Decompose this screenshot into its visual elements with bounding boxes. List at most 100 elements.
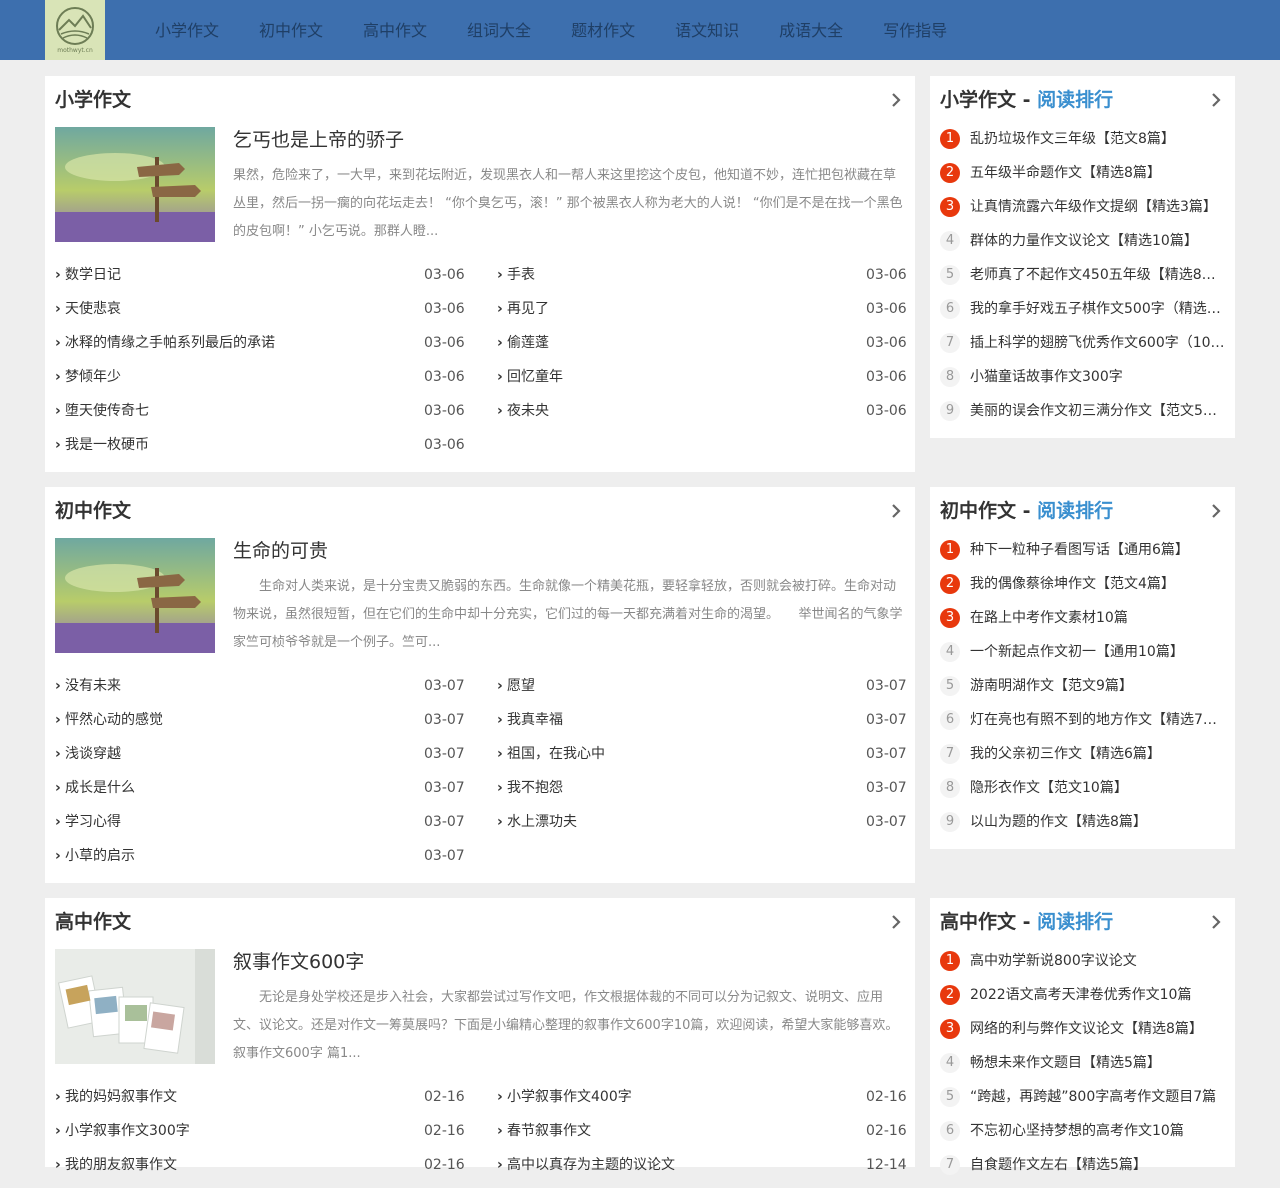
chevron-right-icon[interactable]: [1207, 91, 1225, 109]
nav-link-topic-essays[interactable]: 题材作文: [551, 0, 655, 60]
nav-link-junior-high[interactable]: 初中作文: [239, 0, 343, 60]
ranking-item[interactable]: 5 游南明湖作文【范文9篇】: [940, 675, 1225, 709]
item-title[interactable]: 回忆童年: [507, 369, 563, 385]
ranking-item[interactable]: 7 自食题作文左右【精选5篇】: [940, 1154, 1225, 1188]
item-title[interactable]: 怦然心动的感觉: [65, 712, 163, 728]
ranking-item[interactable]: 9 美丽的误会作文初三满分作文【范文5篇】: [940, 400, 1225, 434]
item-title[interactable]: 堕天使传奇七: [65, 403, 149, 419]
ranking-item[interactable]: 7 插上科学的翅膀飞优秀作文600字（10篇）: [940, 332, 1225, 366]
list-item[interactable]: › 冰释的情缘之手帕系列最后的承诺 03-06: [55, 332, 475, 366]
list-item[interactable]: › 祖国，在我心中 03-07: [497, 743, 917, 777]
item-title[interactable]: 梦倾年少: [65, 369, 121, 385]
item-title[interactable]: 再见了: [507, 301, 549, 317]
featured-thumbnail[interactable]: [55, 538, 215, 653]
nav-link-idioms[interactable]: 成语大全: [759, 0, 863, 60]
list-item[interactable]: › 成长是什么 03-07: [55, 777, 475, 811]
ranking-item[interactable]: 1 种下一粒种子看图写话【通用6篇】: [940, 539, 1225, 573]
list-item[interactable]: › 我的妈妈叙事作文 02-16: [55, 1086, 475, 1120]
item-title[interactable]: 愿望: [507, 678, 535, 694]
ranking-item[interactable]: 3 让真情流露六年级作文提纲【精选3篇】: [940, 196, 1225, 230]
item-title[interactable]: 小学叙事作文400字: [507, 1089, 632, 1105]
item-title[interactable]: 学习心得: [65, 814, 121, 830]
list-item[interactable]: › 浅谈穿越 03-07: [55, 743, 475, 777]
item-title[interactable]: 我的妈妈叙事作文: [65, 1089, 177, 1105]
list-item[interactable]: › 我不抱怨 03-07: [497, 777, 917, 811]
ranking-item[interactable]: 2 我的偶像蔡徐坤作文【范文4篇】: [940, 573, 1225, 607]
list-item[interactable]: › 小学叙事作文400字 02-16: [497, 1086, 917, 1120]
ranking-item[interactable]: 6 灯在亮也有照不到的地方作文【精选7篇】: [940, 709, 1225, 743]
item-title[interactable]: 春节叙事作文: [507, 1123, 591, 1139]
list-item[interactable]: › 水上漂功夫 03-07: [497, 811, 917, 845]
ranking-item[interactable]: 5 老师真了不起作文450五年级【精选8篇】: [940, 264, 1225, 298]
list-item[interactable]: › 我的朋友叙事作文 02-16: [55, 1154, 475, 1188]
nav-link-word-groups[interactable]: 组词大全: [447, 0, 551, 60]
list-item[interactable]: › 小学叙事作文300字 02-16: [55, 1120, 475, 1154]
list-item[interactable]: › 夜未央 03-06: [497, 400, 917, 434]
ranking-item[interactable]: 3 在路上中考作文素材10篇: [940, 607, 1225, 641]
item-title[interactable]: 高中以真存为主题的议论文: [507, 1157, 675, 1173]
chevron-right-icon[interactable]: [887, 913, 905, 931]
ranking-item[interactable]: 6 我的拿手好戏五子棋作文500字（精选3篇）: [940, 298, 1225, 332]
item-title[interactable]: 夜未央: [507, 403, 549, 419]
list-item[interactable]: › 春节叙事作文 02-16: [497, 1120, 917, 1154]
list-item[interactable]: › 高中以真存为主题的议论文 12-14: [497, 1154, 917, 1188]
ranking-item[interactable]: 6 不忘初心坚持梦想的高考作文10篇: [940, 1120, 1225, 1154]
list-item[interactable]: › 愿望 03-07: [497, 675, 917, 709]
featured-thumbnail[interactable]: [55, 949, 215, 1064]
item-title[interactable]: 小学叙事作文300字: [65, 1123, 190, 1139]
nav-link-senior-high[interactable]: 高中作文: [343, 0, 447, 60]
featured-title[interactable]: 叙事作文600字: [233, 950, 364, 974]
nav-link-primary-school[interactable]: 小学作文: [135, 0, 239, 60]
item-title[interactable]: 成长是什么: [65, 780, 135, 796]
ranking-item[interactable]: 3 网络的利与弊作文议论文【精选8篇】: [940, 1018, 1225, 1052]
item-title[interactable]: 祖国，在我心中: [507, 746, 605, 762]
list-item[interactable]: › 学习心得 03-07: [55, 811, 475, 845]
ranking-item[interactable]: 7 我的父亲初三作文【精选6篇】: [940, 743, 1225, 777]
list-item[interactable]: › 没有未来 03-07: [55, 675, 475, 709]
featured-title[interactable]: 生命的可贵: [233, 539, 328, 563]
ranking-item[interactable]: 9 以山为题的作文【精选8篇】: [940, 811, 1225, 845]
ranking-item[interactable]: 5 “跨越，再跨越”800字高考作文题目7篇: [940, 1086, 1225, 1120]
list-item[interactable]: › 天使悲哀 03-06: [55, 298, 475, 332]
item-title[interactable]: 我不抱怨: [507, 780, 563, 796]
ranking-item[interactable]: 4 群体的力量作文议论文【精选10篇】: [940, 230, 1225, 264]
ranking-item[interactable]: 1 高中劝学新说800字议论文: [940, 950, 1225, 984]
list-item[interactable]: › 数学日记 03-06: [55, 264, 475, 298]
ranking-item[interactable]: 4 畅想未来作文题目【精选5篇】: [940, 1052, 1225, 1086]
list-item[interactable]: › 我是一枚硬币 03-06: [55, 434, 475, 468]
list-item[interactable]: › 偷莲蓬 03-06: [497, 332, 917, 366]
list-item[interactable]: › 我真幸福 03-07: [497, 709, 917, 743]
chevron-right-icon[interactable]: [887, 502, 905, 520]
item-title[interactable]: 数学日记: [65, 267, 121, 283]
item-title[interactable]: 我真幸福: [507, 712, 563, 728]
ranking-item[interactable]: 2 五年级半命题作文【精选8篇】: [940, 162, 1225, 196]
item-title[interactable]: 浅谈穿越: [65, 746, 121, 762]
featured-thumbnail[interactable]: [55, 127, 215, 242]
ranking-item[interactable]: 1 乱扔垃圾作文三年级【范文8篇】: [940, 128, 1225, 162]
list-item[interactable]: › 小草的启示 03-07: [55, 845, 475, 879]
item-title[interactable]: 小草的启示: [65, 848, 135, 864]
featured-title[interactable]: 乞丐也是上帝的骄子: [233, 128, 404, 152]
list-item[interactable]: › 手表 03-06: [497, 264, 917, 298]
chevron-right-icon[interactable]: [1207, 913, 1225, 931]
nav-link-writing-guide[interactable]: 写作指导: [863, 0, 967, 60]
list-item[interactable]: › 再见了 03-06: [497, 298, 917, 332]
list-item[interactable]: › 怦然心动的感觉 03-07: [55, 709, 475, 743]
site-logo[interactable]: mothwyt.cn: [45, 0, 105, 60]
item-title[interactable]: 天使悲哀: [65, 301, 121, 317]
chevron-right-icon[interactable]: [1207, 502, 1225, 520]
ranking-item[interactable]: 8 隐形衣作文【范文10篇】: [940, 777, 1225, 811]
ranking-item[interactable]: 2 2022语文高考天津卷优秀作文10篇: [940, 984, 1225, 1018]
item-title[interactable]: 偷莲蓬: [507, 335, 549, 351]
item-title[interactable]: 我的朋友叙事作文: [65, 1157, 177, 1173]
item-title[interactable]: 我是一枚硬币: [65, 437, 149, 453]
list-item[interactable]: › 回忆童年 03-06: [497, 366, 917, 400]
ranking-item[interactable]: 4 一个新起点作文初一【通用10篇】: [940, 641, 1225, 675]
item-title[interactable]: 没有未来: [65, 678, 121, 694]
ranking-item[interactable]: 8 小猫童话故事作文300字: [940, 366, 1225, 400]
nav-link-chinese-knowledge[interactable]: 语文知识: [655, 0, 759, 60]
item-title[interactable]: 水上漂功夫: [507, 814, 577, 830]
chevron-right-icon[interactable]: [887, 91, 905, 109]
list-item[interactable]: › 梦倾年少 03-06: [55, 366, 475, 400]
item-title[interactable]: 冰释的情缘之手帕系列最后的承诺: [65, 335, 275, 351]
